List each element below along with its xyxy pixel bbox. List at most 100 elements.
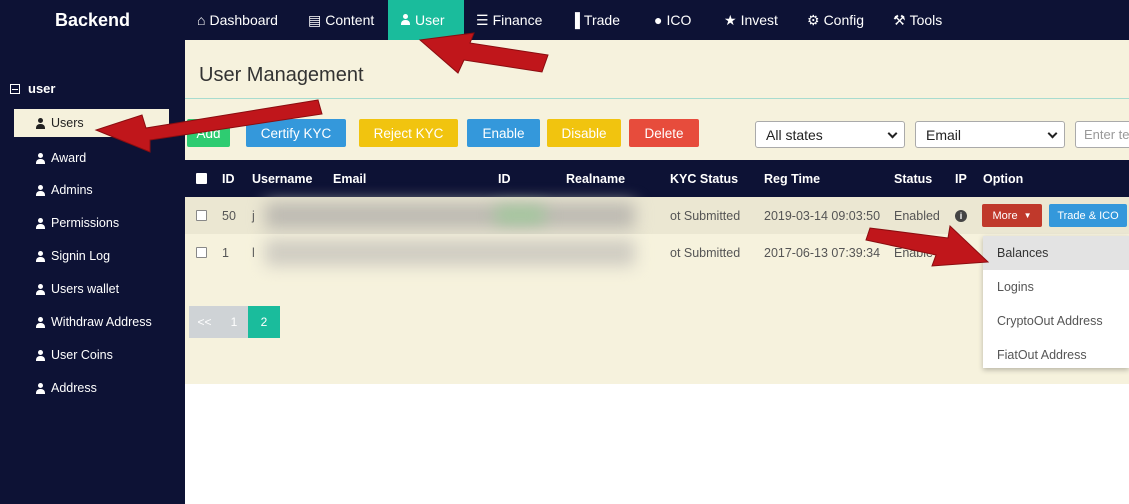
user-icon [35, 250, 46, 262]
col-id-number[interactable]: ID [498, 160, 511, 197]
row-checkbox[interactable] [196, 197, 207, 234]
sidebar-item-users-wallet[interactable]: Users wallet [14, 275, 169, 303]
pagination: << 1 2 [189, 306, 280, 338]
col-kyc-status[interactable]: KYC Status [670, 160, 738, 197]
sidebar: user Users Award Admins Permissions Sign… [0, 40, 185, 504]
nav-label: Trade [583, 12, 620, 28]
col-id[interactable]: ID [222, 160, 235, 197]
cell-username: l [252, 245, 255, 260]
search-input[interactable]: Enter te [1075, 121, 1129, 148]
sidebar-item-label: Permissions [51, 216, 120, 230]
table-row[interactable]: 50 j ot Submitted 2019-03-14 09:03:50 En… [185, 197, 1129, 234]
col-email[interactable]: Email [333, 160, 366, 197]
trade-ico-button[interactable]: Trade & ICO [1049, 204, 1127, 227]
col-status[interactable]: Status [894, 160, 932, 197]
redacted-region [495, 207, 545, 223]
nav-config[interactable]: ⚙ Config [795, 0, 881, 40]
select-all-checkbox[interactable] [196, 160, 207, 197]
page-2-button[interactable]: 2 [248, 306, 280, 338]
nav-tools[interactable]: ⚒ Tools [881, 0, 961, 40]
table-header: ID Username Email ID Realname KYC Status… [185, 160, 1129, 197]
disable-button[interactable]: Disable [547, 119, 621, 147]
cell-username: j [252, 208, 255, 223]
caret-down-icon: ▼ [1023, 211, 1032, 220]
user-icon [35, 283, 46, 295]
more-dropdown-menu: Balances Logins CryptoOut Address FiatOu… [983, 236, 1129, 368]
app-window: Backend ⌂ Dashboard ▤ Content User ☰ Fin… [0, 0, 1129, 504]
sidebar-item-label: Award [51, 151, 87, 165]
nav-trade[interactable]: ▐ Trade [558, 0, 642, 40]
menu-item-fiatout-address[interactable]: FiatOut Address [983, 338, 1129, 372]
reject-kyc-button[interactable]: Reject KYC [359, 119, 458, 147]
sidebar-item-signin-log[interactable]: Signin Log [14, 242, 169, 270]
menu-item-cryptoout-address[interactable]: CryptoOut Address [983, 304, 1129, 338]
row-checkbox[interactable] [196, 234, 207, 271]
brand-logo-text[interactable]: Backend [0, 0, 185, 40]
sidebar-item-label: Admins [51, 183, 93, 197]
sidebar-item-label: User Coins [51, 348, 113, 362]
cell-kyc-status: ot Submitted [670, 208, 741, 223]
sidebar-item-permissions[interactable]: Permissions [14, 209, 169, 237]
sidebar-item-withdraw-address[interactable]: Withdraw Address [14, 308, 169, 336]
sidebar-group-user[interactable]: user [10, 81, 55, 96]
nav-label: Config [823, 12, 865, 28]
user-icon [35, 152, 46, 164]
cell-kyc-status: ot Submitted [670, 245, 741, 260]
page-prev-button[interactable]: << [189, 306, 220, 338]
field-filter-value: Email [926, 126, 962, 143]
sidebar-item-address[interactable]: Address [14, 374, 169, 402]
cell-id: 1 [222, 245, 229, 260]
nav-invest[interactable]: ★ Invest [712, 0, 795, 40]
star-icon: ★ [724, 11, 737, 28]
chevron-down-icon [887, 128, 898, 139]
nav-label: ICO [666, 12, 692, 28]
cell-reg-time: 2017-06-13 07:39:34 [764, 245, 881, 260]
state-filter-select[interactable]: All states [755, 121, 905, 148]
nav-label: Tools [909, 12, 943, 28]
sidebar-item-users[interactable]: Users [14, 109, 169, 137]
cell-reg-time: 2019-03-14 09:03:50 [764, 208, 881, 223]
user-icon [35, 217, 46, 229]
field-filter-select[interactable]: Email [915, 121, 1065, 148]
info-icon[interactable]: i [955, 209, 967, 222]
sidebar-item-user-coins[interactable]: User Coins [14, 341, 169, 369]
cell-ip[interactable]: i [955, 197, 967, 234]
col-username[interactable]: Username [252, 160, 312, 197]
state-filter-value: All states [766, 126, 823, 143]
add-button[interactable]: Add [187, 119, 230, 147]
nav-dashboard[interactable]: ⌂ Dashboard [185, 0, 296, 40]
menu-item-logins[interactable]: Logins [983, 270, 1129, 304]
collapse-icon[interactable] [10, 83, 20, 94]
page-1-button[interactable]: 1 [220, 306, 248, 338]
sidebar-item-award[interactable]: Award [14, 144, 169, 172]
sidebar-item-admins[interactable]: Admins [14, 176, 169, 204]
redacted-region [265, 239, 635, 266]
user-icon [35, 382, 46, 394]
nav-label: Invest [740, 12, 778, 28]
sidebar-item-label: Users [51, 116, 84, 130]
list-icon: ☰ [476, 11, 489, 28]
delete-button[interactable]: Delete [629, 119, 699, 147]
nav-ico[interactable]: ● ICO [642, 0, 712, 40]
cell-status: Enable [894, 245, 933, 260]
redacted-region [265, 202, 635, 229]
col-option[interactable]: Option [983, 160, 1023, 197]
col-realname[interactable]: Realname [566, 160, 625, 197]
nav-finance[interactable]: ☰ Finance [464, 0, 558, 40]
nav-label: User [415, 12, 445, 28]
list-box-icon: ▤ [308, 11, 322, 28]
nav-label: Dashboard [209, 12, 278, 28]
more-dropdown-button[interactable]: More ▼ [982, 204, 1042, 227]
enable-button[interactable]: Enable [467, 119, 540, 147]
bar-chart-icon: ▐ [570, 12, 580, 28]
nav-content[interactable]: ▤ Content [296, 0, 388, 40]
col-ip[interactable]: IP [955, 160, 967, 197]
menu-item-balances[interactable]: Balances [983, 236, 1129, 270]
user-icon [35, 316, 46, 328]
user-icon [35, 349, 46, 361]
nav-user[interactable]: User [388, 0, 464, 40]
page-title: User Management [199, 64, 364, 86]
certify-kyc-button[interactable]: Certify KYC [246, 119, 346, 147]
title-divider [185, 98, 1129, 99]
col-reg-time[interactable]: Reg Time [764, 160, 820, 197]
